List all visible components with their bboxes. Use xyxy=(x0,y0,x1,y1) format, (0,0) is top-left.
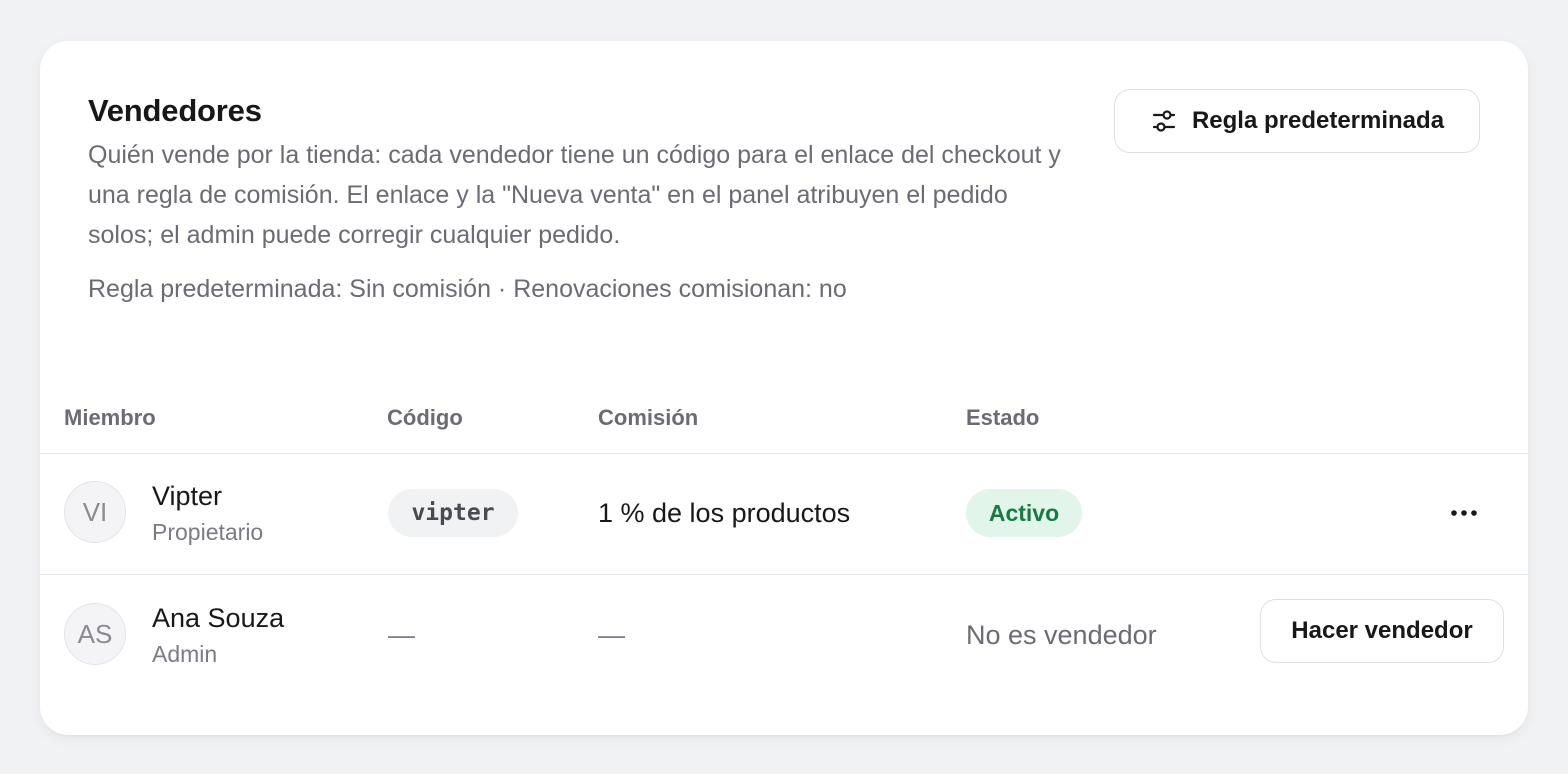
default-rule-button-label: Regla predeterminada xyxy=(1191,107,1445,134)
make-seller-button-label: Hacer vendedor xyxy=(1291,617,1473,644)
default-rule-button[interactable]: Regla predeterminada xyxy=(1114,89,1480,153)
seller-code-empty: — xyxy=(388,620,415,650)
column-header-commission: Comisión xyxy=(598,405,699,430)
avatar: VI xyxy=(64,481,126,543)
default-rule-summary: Regla predeterminada: Sin comisión · Ren… xyxy=(88,275,847,303)
make-seller-button[interactable]: Hacer vendedor xyxy=(1260,599,1504,663)
table-row: VI Vipter Propietario vipter 1 % de los … xyxy=(40,453,1528,575)
sliders-icon xyxy=(1150,107,1178,135)
member-role: Propietario xyxy=(152,519,264,545)
page-title: Vendedores xyxy=(88,93,262,128)
column-header-status: Estado xyxy=(966,405,1040,430)
page-description: Quién vende por la tienda: cada vendedor… xyxy=(88,141,1061,249)
member-name: Ana Souza xyxy=(152,603,285,633)
member-role: Admin xyxy=(152,641,218,667)
seller-code-chip: vipter xyxy=(388,489,518,537)
avatar: AS xyxy=(64,603,126,665)
commission-value: 1 % de los productos xyxy=(598,498,851,528)
sellers-header: Vendedores Quién vende por la tienda: ca… xyxy=(88,91,1068,307)
commission-empty: — xyxy=(598,620,625,650)
status-badge: Activo xyxy=(966,489,1082,537)
column-header-member: Miembro xyxy=(64,405,156,430)
more-horizontal-icon xyxy=(1450,504,1478,522)
more-actions-button[interactable] xyxy=(1438,493,1490,533)
table-header: Miembro Código Comisión Estado xyxy=(40,381,1528,454)
sellers-card: Vendedores Quién vende por la tienda: ca… xyxy=(40,41,1528,735)
member-name: Vipter xyxy=(152,481,223,511)
status-text: No es vendedor xyxy=(966,620,1157,650)
column-header-code: Código xyxy=(387,405,463,430)
